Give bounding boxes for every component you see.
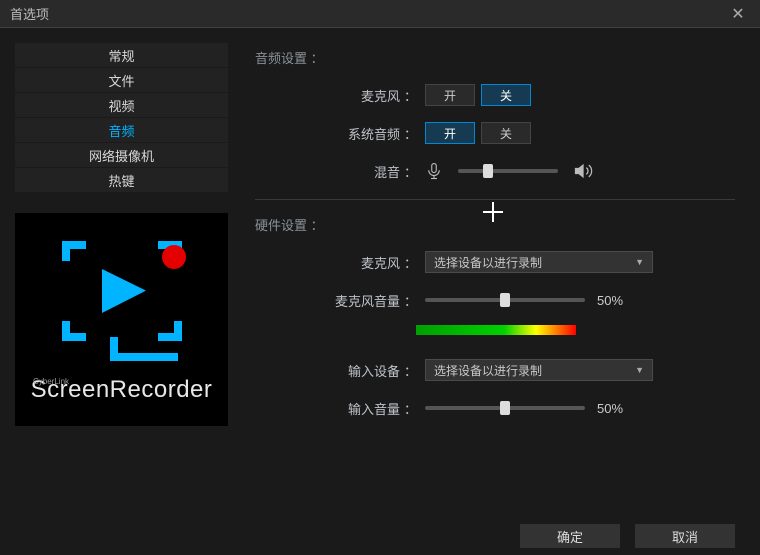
nav-audio[interactable]: 音频 — [15, 118, 228, 143]
input-device-row: 输入设备 ： 选择设备以进行录制 — [255, 357, 735, 383]
nav-hotkey[interactable]: 热键 — [15, 168, 228, 193]
nav-video[interactable]: 视频 — [15, 93, 228, 118]
mic-label: 麦克风 — [255, 86, 400, 105]
mic-volume-slider[interactable] — [425, 298, 585, 302]
system-audio-row: 系统音频 ： 开 关 — [255, 120, 735, 146]
screenrecorder-logo-icon — [42, 236, 202, 366]
audio-section-title: 音频设置 ： — [255, 48, 735, 67]
brand-small: CyberLink — [33, 377, 69, 386]
nav-general[interactable]: 常规 — [15, 43, 228, 68]
mix-row: 混音 ： — [255, 158, 735, 184]
close-button[interactable]: ✕ — [726, 2, 750, 26]
nav-file[interactable]: 文件 — [15, 68, 228, 93]
mix-slider[interactable] — [458, 169, 558, 173]
mic-off-button[interactable]: 关 — [481, 84, 531, 106]
input-dropdown-value: 选择设备以进行录制 — [434, 362, 542, 379]
hardware-section-title: 硬件设置 ： — [255, 215, 735, 234]
input-volume-row: 输入音量 ： 50% — [255, 395, 735, 421]
ok-button[interactable]: 确定 — [520, 524, 620, 548]
input-volume-thumb[interactable] — [500, 401, 510, 415]
content-panel: 音频设置 ： 麦克风 ： 开 关 系统音频 ： 开 关 混音 ： — [243, 28, 760, 518]
mix-label: 混音 — [255, 162, 400, 181]
speaker-icon — [573, 161, 593, 181]
system-audio-off-button[interactable]: 关 — [481, 122, 531, 144]
window-title: 首选项 — [10, 4, 726, 23]
system-audio-on-button[interactable]: 开 — [425, 122, 475, 144]
input-volume-label: 输入音量 — [255, 399, 400, 418]
hw-mic-label: 麦克风 — [255, 253, 400, 272]
hw-mic-row: 麦克风 ： 选择设备以进行录制 — [255, 249, 735, 275]
input-device-label: 输入设备 — [255, 361, 400, 380]
input-device-dropdown[interactable]: 选择设备以进行录制 — [425, 359, 653, 381]
mic-on-button[interactable]: 开 — [425, 84, 475, 106]
mic-level-meter — [416, 325, 576, 335]
brand-logo-box: CyberLink ScreenRecorder — [15, 213, 228, 426]
section-divider — [255, 199, 735, 200]
nav-list: 常规 文件 视频 音频 网络摄像机 热键 — [15, 43, 228, 193]
mic-volume-row: 麦克风音量 ： 50% — [255, 287, 735, 313]
footer: 确定 取消 — [0, 518, 760, 554]
mic-device-dropdown[interactable]: 选择设备以进行录制 — [425, 251, 653, 273]
system-audio-toggle-group: 开 关 — [425, 122, 531, 144]
nav-webcam[interactable]: 网络摄像机 — [15, 143, 228, 168]
main-area: 常规 文件 视频 音频 网络摄像机 热键 CyberLink ScreenRec… — [0, 28, 760, 518]
sidebar: 常规 文件 视频 音频 网络摄像机 热键 CyberLink ScreenRec… — [0, 28, 243, 518]
system-audio-label: 系统音频 — [255, 124, 400, 143]
cancel-button[interactable]: 取消 — [635, 524, 735, 548]
mic-volume-label: 麦克风音量 — [255, 291, 400, 310]
mix-slider-thumb[interactable] — [483, 164, 493, 178]
input-volume-percent: 50% — [597, 401, 623, 416]
mic-toggle-row: 麦克风 ： 开 关 — [255, 82, 735, 108]
mic-volume-thumb[interactable] — [500, 293, 510, 307]
mic-toggle-group: 开 关 — [425, 84, 531, 106]
mic-dropdown-value: 选择设备以进行录制 — [434, 254, 542, 271]
microphone-icon — [425, 162, 443, 180]
input-volume-slider[interactable] — [425, 406, 585, 410]
mic-volume-percent: 50% — [597, 293, 623, 308]
titlebar: 首选项 ✕ — [0, 0, 760, 28]
